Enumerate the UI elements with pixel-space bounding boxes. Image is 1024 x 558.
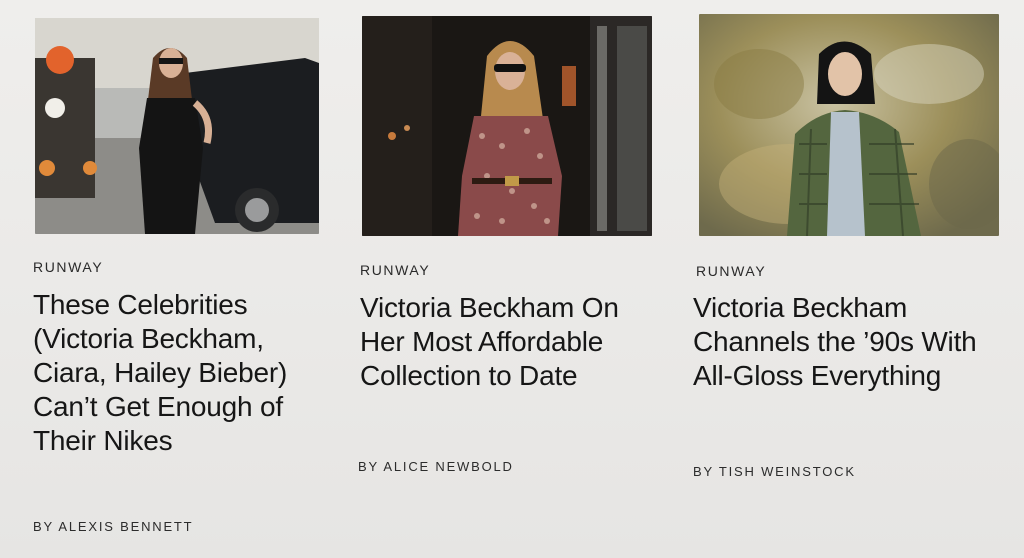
- article-thumbnail[interactable]: [699, 14, 999, 236]
- article-category: RUNWAY: [360, 262, 431, 278]
- article-category: RUNWAY: [33, 259, 104, 275]
- article-headline-link[interactable]: These Celebrities (Victoria Beckham, Cia…: [33, 288, 323, 458]
- article-thumbnail[interactable]: [35, 18, 319, 234]
- article-byline: BY ALEXIS BENNETT: [33, 519, 194, 534]
- article-category: RUNWAY: [696, 263, 767, 279]
- article-headline-link[interactable]: Victoria Beckham On Her Most Affordable …: [360, 291, 660, 393]
- article-byline: BY TISH WEINSTOCK: [693, 464, 856, 479]
- article-headline-link[interactable]: Victoria Beckham Channels the ’90s With …: [693, 291, 1003, 393]
- article-grid: RUNWAY These Celebrities (Victoria Beckh…: [0, 0, 1024, 558]
- article-thumbnail[interactable]: [362, 16, 652, 236]
- article-byline: BY ALICE NEWBOLD: [358, 459, 514, 474]
